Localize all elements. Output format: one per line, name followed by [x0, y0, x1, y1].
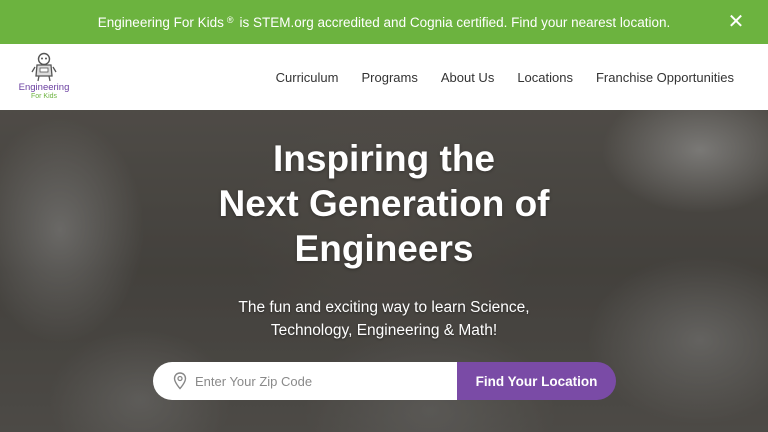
- zip-field-wrapper: [153, 362, 457, 400]
- site-logo[interactable]: Engineering For Kids: [18, 52, 70, 106]
- hero-subtext: The fun and exciting way to learn Scienc…: [0, 296, 768, 342]
- nav-item-curriculum[interactable]: Curriculum: [276, 70, 339, 85]
- find-location-button[interactable]: Find Your Location: [457, 362, 616, 400]
- headline-line: Inspiring the: [273, 138, 495, 179]
- announcement-bar: Engineering For Kids ® is STEM.org accre…: [0, 0, 768, 44]
- logo-text-for-kids: For Kids: [30, 93, 58, 100]
- registered-mark: ®: [226, 14, 234, 25]
- main-nav: Curriculum Programs About Us Locations F…: [276, 44, 734, 110]
- nav-item-programs[interactable]: Programs: [361, 70, 417, 85]
- announcement-text: is STEM.org accredited and Cognia certif…: [239, 14, 671, 30]
- headline-line: Engineers: [294, 228, 474, 269]
- headline-line: Next Generation of: [218, 183, 550, 224]
- hero-headline: Inspiring the Next Generation of Enginee…: [0, 136, 768, 271]
- location-pin-icon: [173, 372, 187, 390]
- subtext-line: The fun and exciting way to learn Scienc…: [238, 299, 530, 316]
- nav-item-about-us[interactable]: About Us: [441, 70, 494, 85]
- hero-banner: Inspiring the Next Generation of Enginee…: [0, 110, 768, 432]
- nav-item-locations[interactable]: Locations: [517, 70, 573, 85]
- close-icon[interactable]: ✕: [726, 12, 746, 32]
- site-header: Engineering For Kids Curriculum Programs…: [0, 44, 768, 110]
- logo-text-engineering: Engineering: [18, 82, 70, 93]
- subtext-line: Technology, Engineering & Math!: [270, 322, 498, 339]
- location-search: Find Your Location: [153, 362, 616, 400]
- mascot-icon: [31, 52, 57, 82]
- announcement-message: Engineering For Kids ® is STEM.org accre…: [98, 15, 670, 30]
- nav-item-franchise-opportunities[interactable]: Franchise Opportunities: [596, 70, 734, 85]
- announcement-brand: Engineering For Kids: [97, 14, 224, 30]
- zip-code-input[interactable]: [193, 372, 437, 390]
